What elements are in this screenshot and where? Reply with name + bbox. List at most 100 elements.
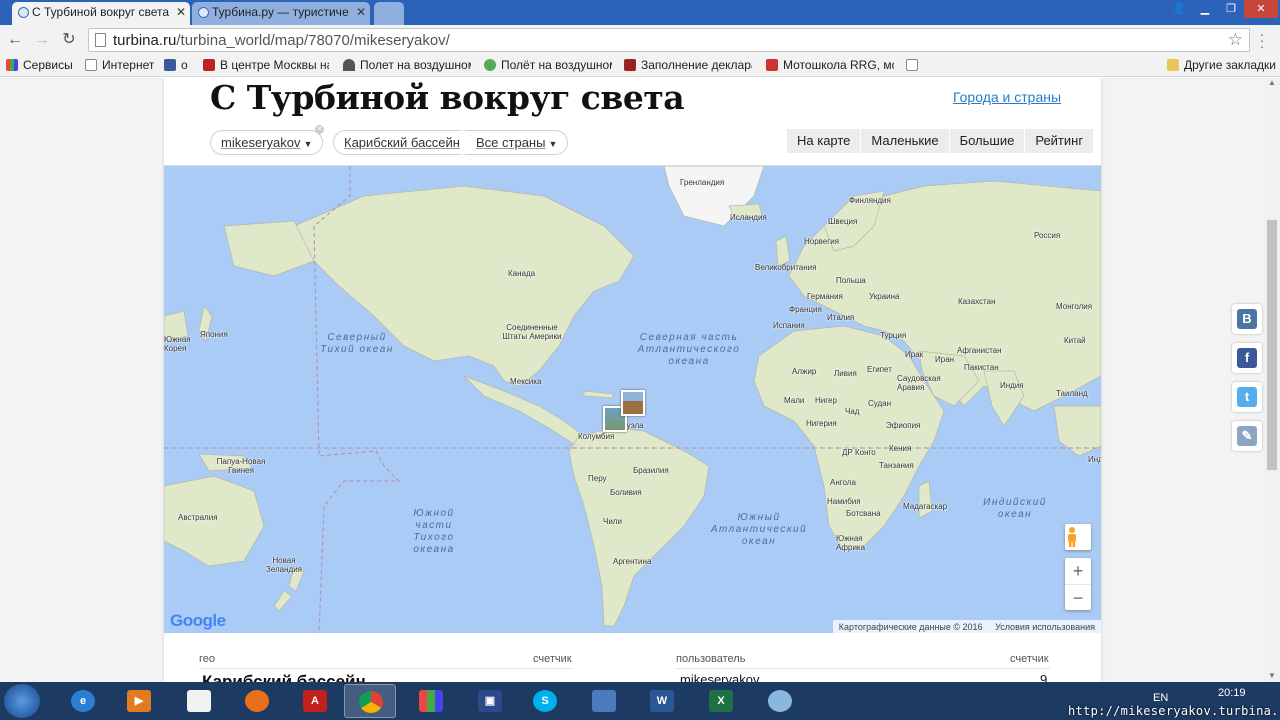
world-map[interactable]: Гренландия Исландия Финляндия Швеция Нор… (164, 165, 1101, 633)
map-label-nigeria: Нигерия (806, 419, 837, 428)
start-button[interactable] (4, 684, 40, 718)
window-close-button[interactable]: ✕ (1244, 0, 1278, 18)
new-tab-button[interactable] (374, 2, 404, 25)
bookmark-item[interactable]: Заполнение деклара (624, 58, 752, 72)
street-view-pegman-icon[interactable] (1065, 524, 1091, 550)
ocean-label-north-atlantic: Северная часть Атлантического океана (637, 332, 741, 367)
taskbar-save[interactable]: ▣ (464, 684, 516, 718)
map-label-chile: Чили (603, 517, 622, 526)
acrobat-icon: A (303, 690, 327, 712)
restore-button[interactable]: ❐ (1218, 0, 1244, 18)
moto-icon (766, 59, 778, 71)
countries-filter[interactable]: Все страны ▼ (466, 130, 569, 155)
taskbar-chrome[interactable] (344, 684, 396, 718)
minimize-button[interactable]: ▁ (1192, 0, 1218, 18)
taskbar-skype[interactable]: S (519, 684, 571, 718)
language-indicator[interactable]: EN (1153, 692, 1168, 704)
taskbar-word[interactable]: W (636, 684, 688, 718)
bookmark-item[interactable]: В центре Москвы на (203, 58, 329, 72)
cities-countries-link[interactable]: Города и страны (953, 89, 1061, 105)
taskbar-firefox[interactable] (231, 684, 283, 718)
table-row-geo[interactable]: Карибский бассейн (202, 672, 366, 682)
tab-large[interactable]: Большие (948, 129, 1025, 153)
firefox-icon (245, 690, 269, 712)
bookmark-item[interactable]: Полет на воздушном (343, 58, 471, 72)
scroll-down-icon[interactable]: ▼ (1268, 671, 1276, 680)
bookmark-star-icon[interactable]: ☆ (1228, 30, 1243, 50)
forward-arrow-icon[interactable]: → (33, 31, 51, 49)
turbina-favicon-icon (198, 7, 209, 18)
taskbar-media[interactable]: ▶ (113, 684, 165, 718)
url-text: turbina.ru/turbina_world/map/78070/mikes… (113, 32, 450, 49)
map-label-argentina: Аргентина (613, 557, 652, 566)
table-row-user[interactable]: mikeseryakov (680, 672, 759, 682)
ocean-label-indian: Индийский океан (983, 497, 1047, 520)
apps-grid-icon (419, 690, 443, 712)
bookmark-item[interactable]: Мотошкола RRG, мот (766, 58, 894, 72)
close-tab-icon[interactable]: ✕ (356, 2, 366, 23)
map-label-greenland: Гренландия (680, 178, 725, 187)
column-header-counter: счетчик (1010, 653, 1049, 665)
network-computer-icon (592, 690, 616, 712)
page-info-icon[interactable] (95, 33, 106, 47)
region-filter[interactable]: Карибский бассейн▼ (333, 130, 478, 155)
folder-icon (1167, 59, 1179, 71)
taskbar-file[interactable] (173, 684, 225, 718)
tab-rating[interactable]: Рейтинг (1024, 129, 1093, 153)
clear-filter-icon[interactable]: ✕ (315, 125, 324, 134)
browser-tab-active[interactable]: С Турбиной вокруг света ✕ (12, 2, 190, 25)
map-label-finland: Финляндия (849, 196, 891, 205)
user-filter[interactable]: mikeseryakov ▼ (210, 130, 324, 155)
google-logo[interactable]: Google (170, 611, 226, 631)
close-tab-icon[interactable]: ✕ (176, 2, 186, 23)
blank-document-icon (187, 690, 211, 712)
bookmark-item[interactable]: о (164, 58, 188, 72)
map-label-madagascar: Мадагаскар (903, 502, 948, 511)
tab-small[interactable]: Маленькие (860, 129, 948, 153)
taskbar-excel[interactable]: X (695, 684, 747, 718)
user-icon[interactable]: 👤 (1166, 0, 1192, 18)
taskbar-acrobat[interactable]: A (289, 684, 341, 718)
taskbar-paint[interactable] (754, 684, 806, 718)
bookmark-item[interactable]: Полёт на воздушном (484, 58, 612, 72)
share-vk-button[interactable]: B (1232, 304, 1262, 334)
share-livejournal-button[interactable]: ✎ (1232, 421, 1262, 451)
zoom-in-button[interactable]: + (1065, 558, 1091, 584)
reload-icon[interactable]: ↻ (60, 31, 78, 49)
bookmark-item[interactable]: Интернет (85, 58, 154, 72)
map-label-uk: Великобритания (755, 263, 817, 272)
scrollbar-thumb[interactable] (1267, 220, 1277, 470)
taskbar-ie[interactable]: e (57, 684, 109, 718)
map-label-spain: Испания (773, 321, 805, 330)
page-content: С Турбиной вокруг света Города и страны … (164, 78, 1101, 682)
other-bookmarks[interactable]: Другие закладки (1167, 58, 1276, 72)
photo-marker[interactable] (621, 390, 645, 416)
page-scrollbar[interactable]: ▲ ▼ (1264, 78, 1280, 682)
bookmark-item[interactable]: Сервисы (6, 58, 73, 72)
zoom-out-button[interactable]: − (1065, 584, 1091, 610)
apps-icon (6, 59, 18, 71)
chrome-menu-icon[interactable]: · · · (1256, 27, 1268, 53)
taskbar-network[interactable] (578, 684, 630, 718)
map-label-namibia: Намибия (827, 497, 861, 506)
address-bar[interactable]: turbina.ru/turbina_world/map/78070/mikes… (88, 28, 1250, 52)
paint-palette-icon (768, 690, 792, 712)
map-label-iraq: Ирак (905, 350, 924, 359)
scroll-up-icon[interactable]: ▲ (1268, 78, 1276, 87)
map-label-iran: Иран (935, 355, 955, 364)
map-label-angola: Ангола (830, 478, 856, 487)
browser-tab-inactive[interactable]: Турбина.ру — туристиче ✕ (192, 2, 370, 25)
back-arrow-icon[interactable]: ← (6, 31, 24, 49)
tab-on-map[interactable]: На карте (786, 129, 860, 153)
terms-of-use-link[interactable]: Условия использования (995, 622, 1095, 632)
ocean-label-south-pacific: Южной части Тихого океана (413, 508, 455, 555)
taskbar-apps[interactable] (405, 684, 457, 718)
window-controls: 👤 ▁ ❐ ✕ (1166, 0, 1278, 20)
map-label-kazakhstan: Казахстан (958, 297, 996, 306)
share-twitter-button[interactable]: t (1232, 382, 1262, 412)
share-facebook-button[interactable]: f (1232, 343, 1262, 373)
clock[interactable]: 20:19 (1218, 687, 1246, 699)
declaration-icon (624, 59, 636, 71)
bookmark-item[interactable] (906, 58, 923, 72)
column-header-user: пользователь (676, 653, 746, 665)
